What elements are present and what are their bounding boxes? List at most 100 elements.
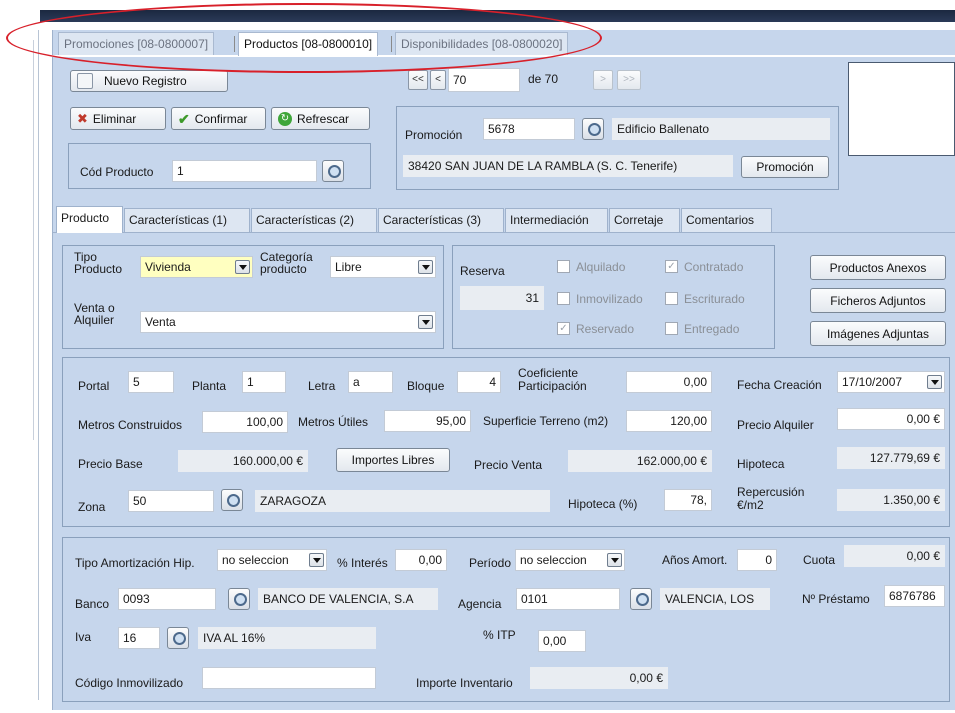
- bloque-input[interactable]: 4: [457, 371, 501, 393]
- tipo-producto-select[interactable]: Vivienda: [140, 256, 253, 278]
- promocion-code-input[interactable]: 5678: [483, 118, 575, 140]
- imagenes-adjuntas-button[interactable]: Imágenes Adjuntas: [810, 321, 946, 346]
- tipo-producto-label: Tipo Producto: [74, 250, 123, 276]
- alquilado-label: Alquilado: [576, 260, 626, 274]
- agencia-name: VALENCIA, LOS: [660, 588, 770, 610]
- fecha-creacion-picker[interactable]: 17/10/2007: [837, 371, 945, 393]
- delete-button[interactable]: ✖ Eliminar: [70, 107, 166, 130]
- search-icon[interactable]: [322, 160, 344, 182]
- chevron-down-icon[interactable]: [927, 375, 942, 389]
- chevron-down-icon[interactable]: [607, 553, 622, 567]
- categoria-select[interactable]: Libre: [330, 256, 436, 278]
- next-record-button[interactable]: >: [593, 70, 613, 90]
- portal-input[interactable]: 5: [128, 371, 174, 393]
- fecha-creacion-value: 17/10/2007: [842, 375, 903, 389]
- refresh-label: Refrescar: [297, 111, 350, 126]
- inmovilizado-checkbox[interactable]: [557, 292, 570, 305]
- letra-input[interactable]: a: [348, 371, 393, 393]
- agencia-input[interactable]: 0101: [516, 588, 620, 610]
- contratado-checkbox[interactable]: ✓: [665, 260, 678, 273]
- metros-utiles-label: Metros Útiles: [298, 415, 369, 429]
- tipo-producto-value: Vivienda: [145, 260, 191, 274]
- itp-input[interactable]: 0,00: [538, 630, 586, 652]
- banco-label: Banco: [75, 597, 110, 611]
- delete-label: Eliminar: [92, 111, 137, 126]
- search-icon[interactable]: [221, 489, 243, 511]
- itp-label: % ITP: [483, 628, 516, 642]
- delete-icon: ✖: [77, 110, 88, 126]
- tab-caracteristicas-1[interactable]: Características (1): [124, 208, 250, 232]
- hipoteca-label: Hipoteca: [737, 457, 785, 471]
- tab-caracteristicas-2[interactable]: Características (2): [251, 208, 377, 232]
- cod-producto-input[interactable]: 1: [172, 160, 317, 182]
- codigo-inmovilizado-input[interactable]: [202, 667, 376, 689]
- cod-producto-label: Cód Producto: [80, 165, 154, 179]
- prestamo-input[interactable]: 6876786: [884, 585, 945, 607]
- categoria-label: Categoría producto: [260, 250, 313, 276]
- confirm-button[interactable]: ✔ Confirmar: [171, 107, 266, 130]
- tab-intermediacion[interactable]: Intermediación: [505, 208, 608, 232]
- periodo-select[interactable]: no seleccion: [515, 549, 625, 571]
- search-icon[interactable]: [582, 118, 604, 140]
- promocion-name: Edificio Ballenato: [612, 118, 830, 140]
- last-record-button[interactable]: >>: [617, 70, 641, 90]
- chevron-down-icon[interactable]: [235, 260, 250, 274]
- metros-utiles-input[interactable]: 95,00: [384, 410, 471, 432]
- prestamo-label: Nº Préstamo: [802, 592, 870, 606]
- promocion-button[interactable]: Promoción: [741, 156, 829, 178]
- coeficiente-input[interactable]: 0,00: [626, 371, 712, 393]
- search-icon[interactable]: [167, 627, 189, 649]
- banco-name: BANCO DE VALENCIA, S.A: [258, 588, 438, 610]
- chevron-down-icon[interactable]: [418, 315, 433, 329]
- interes-input[interactable]: 0,00: [395, 549, 447, 571]
- entregado-checkbox[interactable]: [665, 322, 678, 335]
- tipo-amortizacion-select[interactable]: no seleccion: [217, 549, 327, 571]
- refresh-button[interactable]: ↻ Refrescar: [271, 107, 370, 130]
- planta-label: Planta: [192, 379, 227, 393]
- search-icon[interactable]: [228, 588, 250, 610]
- chevron-down-icon[interactable]: [418, 260, 433, 274]
- interes-label: % Interés: [337, 556, 388, 570]
- hipoteca-pct-input[interactable]: 78,: [664, 489, 712, 511]
- record-number-input[interactable]: 70: [448, 68, 520, 92]
- anos-amort-label: Años Amort.: [662, 553, 728, 567]
- alquilado-checkbox[interactable]: [557, 260, 570, 273]
- periodo-label: Período: [469, 556, 512, 570]
- venta-select[interactable]: Venta: [140, 311, 436, 333]
- metros-construidos-label: Metros Construidos: [78, 418, 183, 432]
- ficheros-adjuntos-button[interactable]: Ficheros Adjuntos: [810, 288, 946, 313]
- confirm-label: Confirmar: [194, 111, 248, 126]
- checkmark-icon: ✔: [178, 110, 190, 127]
- iva-input[interactable]: 16: [118, 627, 160, 649]
- hipoteca-pct-label: Hipoteca (%): [568, 497, 638, 511]
- tab-producto[interactable]: Producto: [56, 206, 123, 233]
- tab-corretaje[interactable]: Corretaje: [609, 208, 680, 232]
- productos-anexos-button[interactable]: Productos Anexos: [810, 255, 946, 280]
- precio-alquiler-input[interactable]: 0,00 €: [837, 408, 945, 430]
- chevron-down-icon[interactable]: [309, 553, 324, 567]
- reservado-checkbox[interactable]: ✓: [557, 322, 570, 335]
- new-record-button[interactable]: Nuevo Registro: [70, 70, 228, 92]
- cuota-value: 0,00 €: [844, 545, 945, 567]
- window-tab-productos[interactable]: Productos [08-0800010]: [238, 32, 379, 56]
- banco-input[interactable]: 0093: [118, 588, 216, 610]
- reserva-value: 31: [460, 286, 544, 310]
- superficie-input[interactable]: 120,00: [626, 410, 712, 432]
- importes-libres-button[interactable]: Importes Libres: [336, 448, 450, 472]
- metros-construidos-input[interactable]: 100,00: [202, 411, 288, 433]
- coeficiente-label: Coeficiente Participación: [518, 366, 587, 393]
- planta-input[interactable]: 1: [242, 371, 286, 393]
- tab-comentarios[interactable]: Comentarios: [681, 208, 772, 232]
- prev-record-button[interactable]: <: [430, 70, 446, 90]
- first-record-button[interactable]: <<: [408, 70, 428, 90]
- precio-base-label: Precio Base: [78, 457, 143, 471]
- search-icon[interactable]: [630, 588, 652, 610]
- reservado-label: Reservado: [576, 322, 635, 336]
- anos-amort-input[interactable]: 0: [737, 549, 777, 571]
- portal-label: Portal: [78, 379, 110, 393]
- image-preview: [848, 62, 955, 156]
- tab-caracteristicas-3[interactable]: Características (3): [378, 208, 504, 232]
- escriturado-checkbox[interactable]: [665, 292, 678, 305]
- document-icon: [77, 73, 93, 89]
- zona-input[interactable]: 50: [128, 490, 214, 512]
